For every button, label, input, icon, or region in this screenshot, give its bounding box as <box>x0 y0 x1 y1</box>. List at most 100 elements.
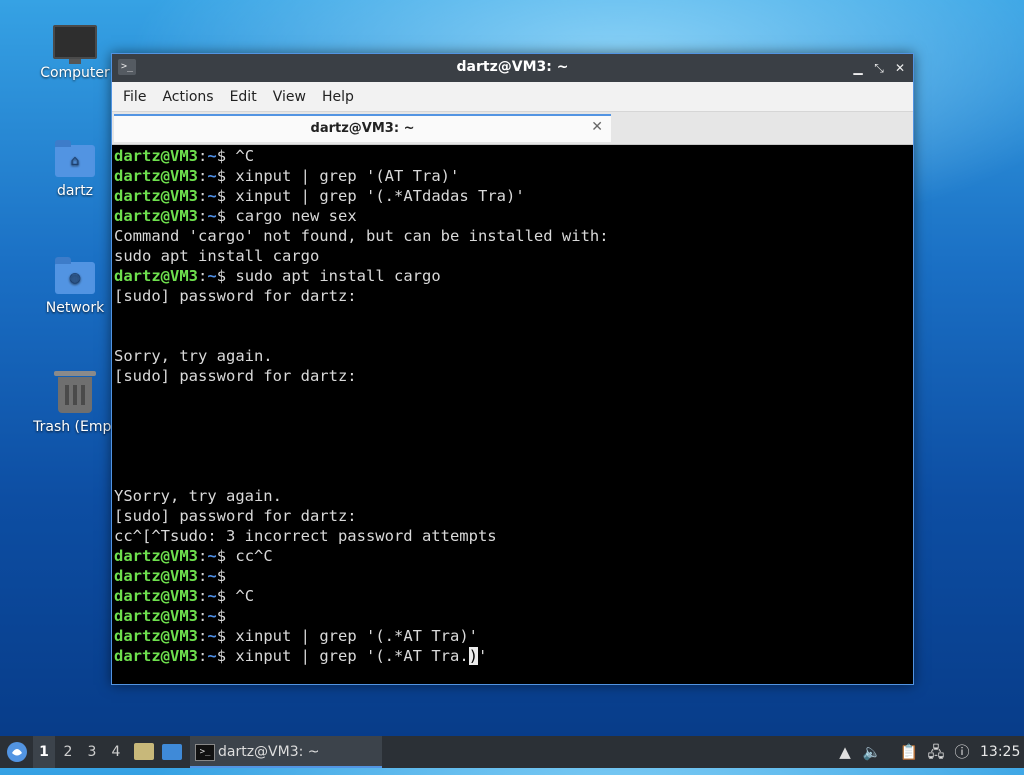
task-label: dartz@VM3: ~ <box>218 744 320 760</box>
show-desktop-launcher[interactable] <box>162 736 184 768</box>
prompt-dollar: $ <box>216 167 236 185</box>
tray-notification-icon[interactable]: ⓘ <box>951 736 973 768</box>
prompt-path: ~ <box>207 647 217 665</box>
terminal-line: [sudo] password for dartz: <box>114 506 913 526</box>
terminal-window[interactable]: >_ dartz@VM3: ~ ▁ ⤡ ✕ File Actions Edit … <box>111 53 914 685</box>
terminal-line: cc^[^Tsudo: 3 incorrect password attempt… <box>114 526 913 546</box>
tab-label: dartz@VM3: ~ <box>310 121 415 136</box>
trash-icon <box>54 371 96 413</box>
close-icon[interactable]: ✕ <box>892 60 908 76</box>
prompt-separator: : <box>198 587 208 605</box>
prompt-separator: : <box>198 267 208 285</box>
workspace-2[interactable]: 2 <box>57 736 79 768</box>
prompt-path: ~ <box>207 187 217 205</box>
tray-updates-icon[interactable]: ▲ <box>834 736 856 768</box>
prompt-path: ~ <box>207 567 217 585</box>
tab-close-icon[interactable]: ✕ <box>591 119 603 135</box>
prompt-path: ~ <box>207 587 217 605</box>
prompt-user: dartz@VM3 <box>114 587 198 605</box>
tray-volume-icon[interactable]: 🔈 <box>861 736 883 768</box>
terminal-line-text: [sudo] password for dartz: <box>114 367 357 385</box>
lxqt-logo-icon <box>7 742 27 762</box>
menu-actions[interactable]: Actions <box>154 89 221 105</box>
menu-edit[interactable]: Edit <box>222 89 265 105</box>
workspace-1[interactable]: 1 <box>33 736 55 768</box>
terminal-line-tail: ' <box>478 647 488 665</box>
workspace-4[interactable]: 4 <box>105 736 127 768</box>
tray-clipboard-icon[interactable]: 📋 <box>898 736 920 768</box>
taskbar-task-terminal[interactable]: >_ dartz@VM3: ~ <box>190 736 382 768</box>
prompt-dollar: $ <box>216 187 236 205</box>
prompt-separator: : <box>198 167 208 185</box>
prompt-dollar: $ <box>216 547 236 565</box>
app-menu-button[interactable] <box>4 736 30 768</box>
menu-view[interactable]: View <box>265 89 314 105</box>
terminal-line: dartz@VM3:~$ cargo new sex <box>114 206 913 226</box>
terminal-line: dartz@VM3:~$ xinput | grep '(.*AT Tra)' <box>114 626 913 646</box>
workspace-3[interactable]: 3 <box>81 736 103 768</box>
terminal-line: Command 'cargo' not found, but can be in… <box>114 226 913 246</box>
terminal-line-text: xinput | grep '(AT Tra)' <box>235 167 460 185</box>
tab-bar: dartz@VM3: ~ ✕ <box>112 112 913 145</box>
terminal-line-text: sudo apt install cargo <box>114 247 320 265</box>
prompt-separator: : <box>198 647 208 665</box>
prompt-dollar: $ <box>216 207 236 225</box>
network-folder-icon: ◍ <box>55 257 95 294</box>
prompt-path: ~ <box>207 167 217 185</box>
prompt-path: ~ <box>207 267 217 285</box>
terminal-line-text: cc^C <box>235 547 273 565</box>
menu-help[interactable]: Help <box>314 89 362 105</box>
prompt-dollar: $ <box>216 647 236 665</box>
prompt-user: dartz@VM3 <box>114 647 198 665</box>
terminal-line: sudo apt install cargo <box>114 246 913 266</box>
terminal-line: [sudo] password for dartz: <box>114 366 913 386</box>
terminal-line-text: [sudo] password for dartz: <box>114 507 357 525</box>
prompt-user: dartz@VM3 <box>114 187 198 205</box>
prompt-dollar: $ <box>216 267 236 285</box>
prompt-path: ~ <box>207 627 217 645</box>
menu-file[interactable]: File <box>115 89 154 105</box>
terminal-line: dartz@VM3:~$ xinput | grep '(.*AT Tra.)' <box>114 646 913 666</box>
terminal-line: dartz@VM3:~$ <box>114 566 913 586</box>
terminal-line: dartz@VM3:~$ xinput | grep '(.*ATdadas T… <box>114 186 913 206</box>
prompt-separator: : <box>198 547 208 565</box>
terminal-line-text: sudo apt install cargo <box>235 267 441 285</box>
clock[interactable]: 13:25 <box>980 736 1020 768</box>
prompt-dollar: $ <box>216 607 236 625</box>
restore-icon[interactable]: ⤡ <box>871 60 887 76</box>
prompt-path: ~ <box>207 607 217 625</box>
tab-terminal[interactable]: dartz@VM3: ~ ✕ <box>114 114 611 142</box>
terminal-task-icon: >_ <box>195 744 215 761</box>
terminal-line-text: xinput | grep '(.*AT Tra)' <box>235 627 478 645</box>
terminal-line-text: ^C <box>235 587 255 605</box>
terminal-line-text: cc^[^Tsudo: 3 incorrect password attempt… <box>114 527 497 545</box>
prompt-user: dartz@VM3 <box>114 547 198 565</box>
prompt-user: dartz@VM3 <box>114 167 198 185</box>
terminal-line: Sorry, try again. <box>114 346 913 366</box>
prompt-user: dartz@VM3 <box>114 627 198 645</box>
terminal-output[interactable]: dartz@VM3:~$ ^C dartz@VM3:~$ xinput | gre… <box>114 146 913 684</box>
prompt-separator: : <box>198 147 208 165</box>
terminal-line-text: xinput | grep '(.*AT Tra. <box>235 647 469 665</box>
show-desktop-icon <box>162 744 182 760</box>
file-manager-launcher[interactable] <box>134 736 156 768</box>
prompt-dollar: $ <box>216 147 236 165</box>
terminal-line: dartz@VM3:~$ xinput | grep '(AT Tra)' <box>114 166 913 186</box>
terminal-line-text: YSorry, try again. <box>114 487 282 505</box>
text-cursor: ) <box>468 647 478 665</box>
terminal-line: dartz@VM3:~$ cc^C <box>114 546 913 566</box>
prompt-separator: : <box>198 627 208 645</box>
window-title: dartz@VM3: ~ <box>456 59 569 75</box>
window-titlebar[interactable]: >_ dartz@VM3: ~ ▁ ⤡ ✕ <box>112 54 913 82</box>
terminal-line-text: [sudo] password for dartz: <box>114 287 357 305</box>
prompt-user: dartz@VM3 <box>114 607 198 625</box>
terminal-line: [sudo] password for dartz: <box>114 286 913 306</box>
minimize-icon[interactable]: ▁ <box>850 60 866 76</box>
prompt-user: dartz@VM3 <box>114 147 198 165</box>
tray-network-icon[interactable]: 🖧 <box>925 736 947 768</box>
